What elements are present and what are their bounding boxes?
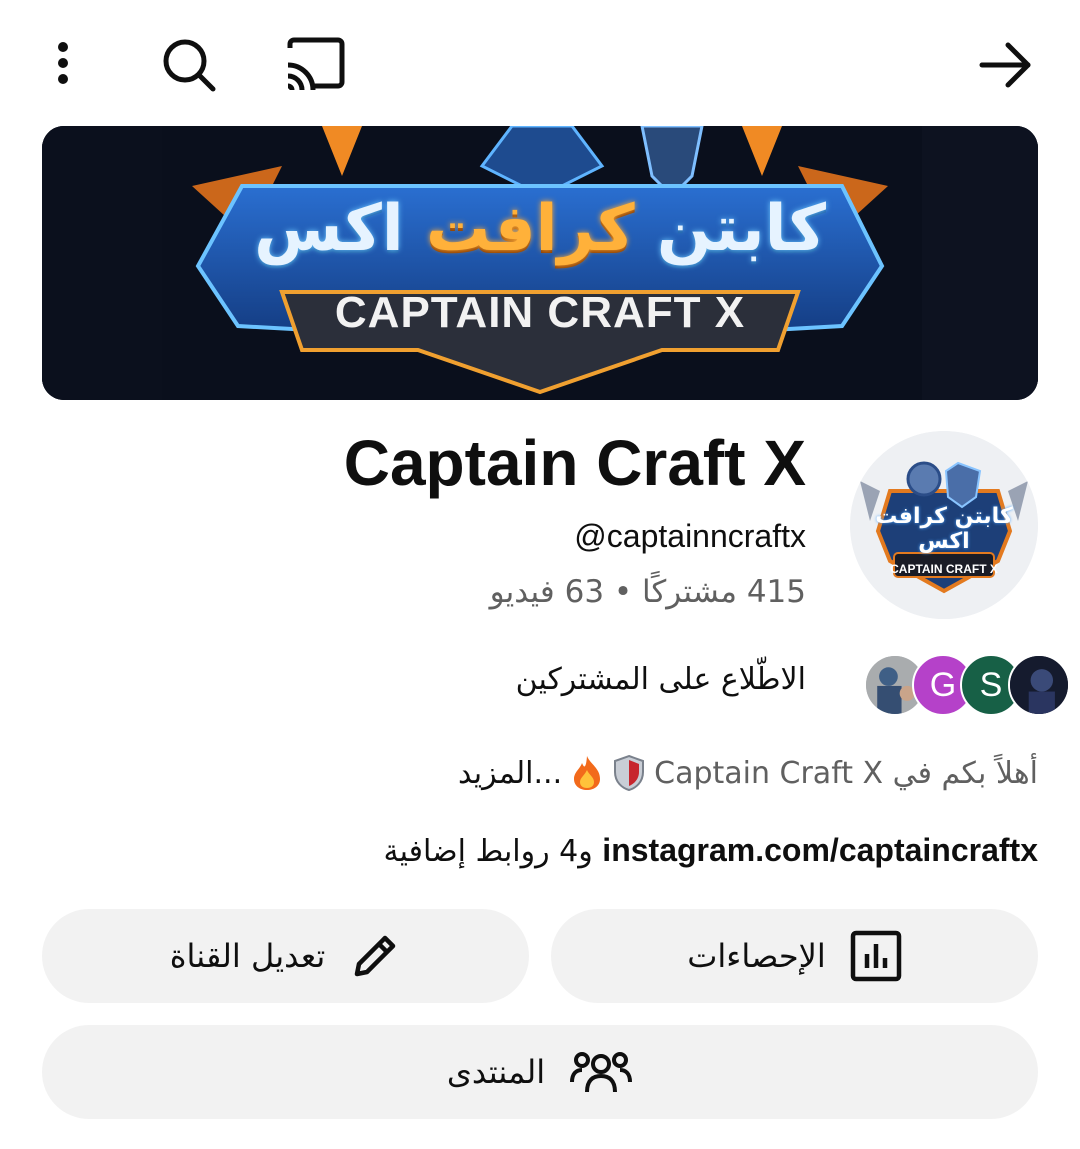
channel-description[interactable]: أهلاً بكم في Captain Craft X ...المزيد [458, 754, 1038, 792]
more-vertical-icon [58, 42, 68, 84]
channel-name: Captain Craft X [343, 427, 806, 499]
show-more-link[interactable]: ...المزيد [458, 756, 562, 791]
bar-chart-icon [850, 930, 901, 982]
fire-emoji [574, 756, 601, 790]
community-icon [570, 1052, 633, 1093]
instagram-link[interactable]: instagram.com/captaincraftx [602, 832, 1038, 868]
channel-banner: كابتن كرافت اكس CAPTAIN CRAFT X [42, 126, 1038, 400]
channel-avatar[interactable]: كابتن كرافت اكس CAPTAIN CRAFT X [850, 431, 1038, 619]
back-arrow-icon [979, 42, 1031, 88]
avatar-title-english: CAPTAIN CRAFT X [890, 562, 998, 576]
avatar-title-arabic: كابتن كرافت اكس [875, 504, 1013, 554]
more-options-button[interactable] [34, 34, 92, 92]
community-button[interactable]: المنتدى [42, 1025, 1038, 1119]
subscriber-avatar [1008, 654, 1070, 716]
top-app-bar [0, 0, 1080, 126]
additional-links-label[interactable]: و4 روابط إضافية [384, 834, 593, 869]
pencil-icon [354, 935, 396, 977]
subscriber-initial: S [979, 665, 1003, 704]
cast-button[interactable] [282, 34, 348, 94]
channel-stats: 415 مشتركًا • 63 فيديو [489, 574, 806, 610]
view-subscribers-row[interactable]: G S الاطّلاع على المشتركين [336, 654, 1070, 718]
community-button-label: المنتدى [446, 1053, 546, 1091]
analytics-button-label: الإحصاءات [687, 937, 826, 975]
view-subscribers-link[interactable]: الاطّلاع على المشتركين [516, 662, 806, 697]
description-text: أهلاً بكم في Captain Craft X [654, 755, 1038, 791]
banner-title-english: CAPTAIN CRAFT X [334, 288, 746, 337]
channel-handle: @captainncraftx [574, 518, 806, 554]
search-icon [163, 39, 216, 92]
edit-channel-button[interactable]: تعديل القناة [42, 909, 529, 1003]
channel-links[interactable]: instagram.com/captaincraftx و4 روابط إضا… [384, 832, 1038, 869]
edit-channel-button-label: تعديل القناة [169, 937, 326, 975]
subscriber-photo-icon [1010, 656, 1068, 714]
banner-title-arabic: كابتن كرافت اكس [254, 192, 826, 266]
subscriber-initial: G [929, 665, 957, 704]
shield-emoji [614, 754, 645, 792]
analytics-button[interactable]: الإحصاءات [551, 909, 1038, 1003]
search-button[interactable] [158, 34, 220, 96]
cast-icon [287, 37, 345, 91]
back-button[interactable] [972, 34, 1038, 96]
